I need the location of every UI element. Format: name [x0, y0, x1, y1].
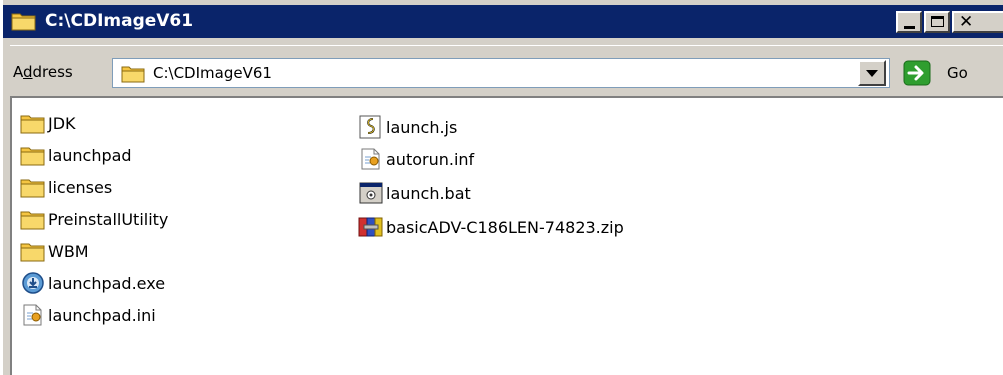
address-input[interactable]: C:\CDImageV61 — [112, 58, 890, 88]
list-item[interactable]: basicADV-C186LEN-74823.zip — [358, 212, 624, 242]
file-name: PreinstallUtility — [48, 209, 169, 229]
list-item[interactable]: launch.js — [358, 112, 457, 142]
list-item[interactable]: licenses — [20, 172, 112, 202]
file-name: launch.js — [386, 117, 458, 137]
script-file-icon — [359, 115, 381, 139]
window-title: C:\CDImageV61 — [45, 11, 194, 31]
folder-icon — [20, 211, 45, 230]
folder-icon — [121, 66, 145, 83]
list-item[interactable]: PreinstallUtility — [20, 204, 168, 234]
file-list-pane[interactable]: JDK launchpad licenses PreinstallUtility… — [10, 96, 1003, 375]
folder-icon — [20, 179, 45, 198]
list-item[interactable]: autorun.inf — [358, 144, 474, 174]
zip-archive-icon — [358, 217, 383, 237]
title-bar[interactable]: C:\CDImageV61 ✕ — [3, 5, 1003, 38]
close-icon: ✕ — [959, 12, 974, 32]
folder-icon — [20, 243, 45, 262]
settings-file-icon — [23, 304, 42, 326]
folder-icon — [20, 147, 45, 166]
folder-icon — [20, 115, 45, 134]
go-button[interactable]: Go — [947, 64, 968, 82]
maximize-icon — [931, 16, 944, 27]
address-label: Address — [13, 63, 73, 81]
installer-exe-icon — [22, 272, 44, 294]
file-name: JDK — [48, 113, 76, 133]
address-dropdown-button[interactable] — [858, 60, 886, 86]
minimize-icon — [904, 26, 915, 29]
file-name: launch.bat — [386, 183, 471, 203]
maximize-button[interactable] — [924, 11, 950, 33]
list-item[interactable]: launchpad.ini — [20, 300, 156, 330]
list-item[interactable]: launch.bat — [358, 178, 471, 208]
list-item[interactable]: JDK — [20, 108, 76, 138]
go-arrow-icon[interactable] — [903, 60, 931, 86]
file-name: basicADV-C186LEN-74823.zip — [386, 217, 624, 237]
folder-icon — [11, 13, 36, 31]
address-value: C:\CDImageV61 — [153, 64, 272, 82]
file-name: autorun.inf — [386, 149, 475, 169]
settings-file-icon — [361, 148, 380, 170]
batch-file-icon — [359, 182, 383, 204]
list-item[interactable]: launchpad — [20, 140, 132, 170]
close-button[interactable]: ✕ — [952, 11, 1003, 33]
file-name: launchpad.exe — [48, 273, 166, 293]
file-name: licenses — [48, 177, 113, 197]
file-name: WBM — [48, 241, 89, 261]
chevron-down-icon — [866, 70, 878, 77]
minimize-button[interactable] — [896, 11, 922, 33]
list-item[interactable]: WBM — [20, 236, 89, 266]
list-item[interactable]: launchpad.exe — [20, 268, 165, 298]
file-name: launchpad — [48, 145, 132, 165]
file-name: launchpad.ini — [48, 305, 156, 325]
